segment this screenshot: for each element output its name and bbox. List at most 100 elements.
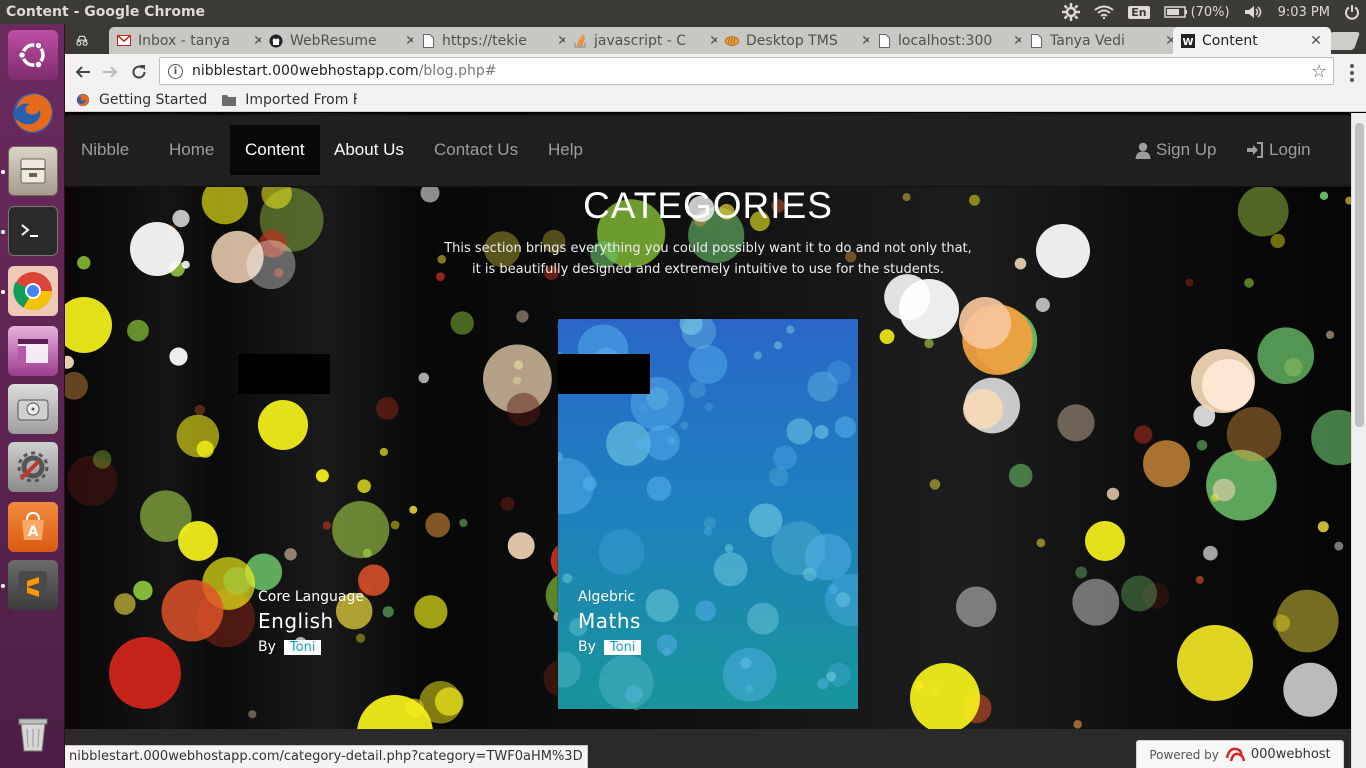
card-bubble xyxy=(598,529,645,575)
tab-desktop-tms[interactable]: Desktop TMS ✕ xyxy=(717,27,882,54)
card-bubble xyxy=(773,445,797,470)
page-icon xyxy=(421,33,435,48)
bokeh-light xyxy=(1121,575,1158,612)
disk-icon[interactable] xyxy=(8,384,58,434)
software-center-icon[interactable]: A xyxy=(8,502,58,552)
bokeh-light xyxy=(92,450,112,469)
tab-tanya-vedi[interactable]: Tanya Vedi ✕ xyxy=(1021,27,1186,54)
trash-icon[interactable] xyxy=(8,708,58,758)
bokeh-light xyxy=(130,222,184,276)
bokeh-light xyxy=(77,256,91,270)
svg-text:A: A xyxy=(28,524,39,540)
bokeh-light xyxy=(1106,487,1120,501)
battery-percent: (70%) xyxy=(1190,4,1230,20)
card-bubble xyxy=(599,655,654,709)
reload-icon xyxy=(132,65,146,79)
login-icon xyxy=(1246,142,1264,158)
terminal-icon[interactable] xyxy=(8,206,58,256)
site-info-icon[interactable]: i xyxy=(168,63,183,79)
author-badge[interactable]: Toni xyxy=(283,639,322,655)
nav-contact-us[interactable]: Contact Us xyxy=(419,125,533,175)
bokeh-light xyxy=(194,404,205,416)
nav-about-us[interactable]: About Us xyxy=(319,125,419,175)
login-link[interactable]: Login xyxy=(1231,125,1326,175)
clock[interactable]: 9:03 PM xyxy=(1278,5,1330,20)
firefox-icon[interactable] xyxy=(8,88,58,138)
bokeh-light xyxy=(1325,330,1335,339)
unity-launcher: A xyxy=(0,24,65,768)
card-bubble xyxy=(724,544,734,553)
keyboard-language[interactable]: En xyxy=(1128,5,1150,19)
bread-icon xyxy=(725,34,739,48)
card-bubble xyxy=(681,319,717,349)
page-icon xyxy=(877,33,891,48)
user-icon xyxy=(1135,142,1151,159)
card-bubble xyxy=(662,647,672,657)
power-icon[interactable] xyxy=(1344,4,1360,20)
address-bar[interactable]: i nibblestart.000webhostapp.com/blog.php… xyxy=(159,57,1334,85)
tab-gmail[interactable]: Inbox - tanya ✕ xyxy=(109,27,274,54)
wifi-icon[interactable] xyxy=(1094,5,1114,19)
card-author-line: By Toni xyxy=(578,639,642,655)
workspace-icon[interactable] xyxy=(8,326,58,376)
ubuntu-dash-icon[interactable] xyxy=(8,30,58,80)
card-bubble xyxy=(817,678,829,690)
tab-content[interactable]: W Content ✕ xyxy=(1173,27,1331,54)
incognito-tab[interactable] xyxy=(67,27,111,54)
system-tray: En (70%) 9:03 PM xyxy=(1062,3,1360,21)
bokeh-light xyxy=(181,260,190,269)
os-top-panel: Content - Google Chrome En (70%) 9:03 PM xyxy=(0,0,1366,24)
bokeh-light xyxy=(1283,662,1338,717)
category-card-maths[interactable]: Algebric Maths By Toni xyxy=(558,319,858,709)
forward-button[interactable] xyxy=(99,61,121,83)
bokeh-light xyxy=(1035,297,1050,312)
card-author-line: By Toni xyxy=(258,639,322,655)
bokeh-light xyxy=(114,593,136,615)
bokeh-light xyxy=(879,329,895,344)
battery-indicator[interactable]: (70%) xyxy=(1163,4,1230,20)
volume-icon[interactable] xyxy=(1244,5,1264,19)
bokeh-light xyxy=(161,579,224,642)
tab-tekie[interactable]: https://tekie ✕ xyxy=(413,27,578,54)
nav-home[interactable]: Home xyxy=(154,125,229,175)
signup-link[interactable]: Sign Up xyxy=(1120,125,1231,175)
w-icon: W xyxy=(1181,33,1195,48)
settings-icon[interactable] xyxy=(8,442,58,492)
bokeh-light xyxy=(959,297,1011,349)
web-page: Nibble Home Content About Us Contact Us … xyxy=(65,113,1351,729)
nav-content[interactable]: Content xyxy=(230,125,320,175)
card-bubble xyxy=(713,552,748,587)
card-bubble xyxy=(773,341,783,350)
browser-toolbar: i nibblestart.000webhostapp.com/blog.php… xyxy=(65,54,1366,88)
site-brand[interactable]: Nibble xyxy=(66,125,144,175)
author-badge[interactable]: Toni xyxy=(603,639,642,655)
page-scrollbar[interactable] xyxy=(1351,113,1366,768)
bokeh-light xyxy=(1196,440,1208,451)
scrollbar-thumb[interactable] xyxy=(1355,123,1364,427)
bokeh-light xyxy=(1036,224,1090,278)
bokeh-light xyxy=(1270,233,1286,249)
back-button[interactable] xyxy=(72,61,94,83)
files-icon[interactable] xyxy=(8,146,58,196)
bookmark-getting-started[interactable]: Getting Started xyxy=(75,92,207,108)
bokeh-light xyxy=(1008,463,1033,488)
sublime-text-icon[interactable] xyxy=(8,560,58,610)
chrome-icon[interactable] xyxy=(8,266,58,316)
bokeh-light xyxy=(1057,404,1095,442)
tab-localhost[interactable]: localhost:300 ✕ xyxy=(869,27,1034,54)
tab-github[interactable]: WebResume ✕ xyxy=(261,27,426,54)
chrome-menu-icon[interactable] xyxy=(1350,64,1354,85)
nav-help[interactable]: Help xyxy=(533,125,598,175)
reload-button[interactable] xyxy=(128,61,150,83)
card-bubble xyxy=(582,476,597,491)
bokeh-light xyxy=(924,338,934,349)
bookmark-folder-imported[interactable]: Imported From F xyxy=(221,92,357,108)
settings-gear-icon[interactable] xyxy=(1062,3,1081,21)
url-host: nibblestart.000webhostapp.com xyxy=(192,63,419,79)
tab-stackoverflow[interactable]: javascript - C ✕ xyxy=(565,27,730,54)
url-path: /blog.php# xyxy=(418,63,497,79)
close-tab-icon[interactable]: ✕ xyxy=(1309,33,1323,49)
category-card-english[interactable]: Core Language English By Toni xyxy=(238,319,538,709)
powered-by-badge[interactable]: Powered by 000webhost xyxy=(1136,740,1344,768)
bookmark-star-icon[interactable]: ☆ xyxy=(1311,61,1327,82)
